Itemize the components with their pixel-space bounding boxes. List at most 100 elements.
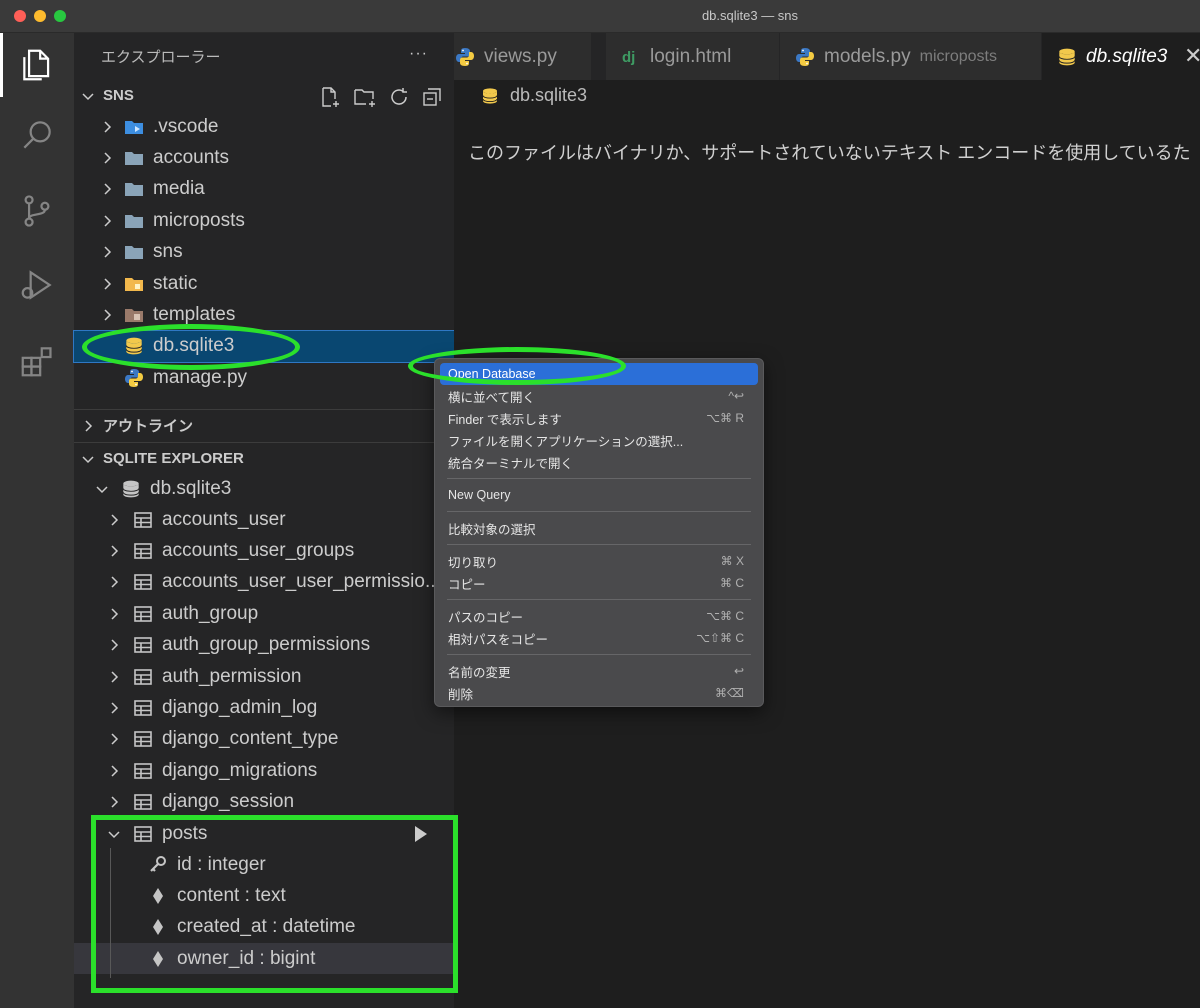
sqlite-table-label: django_migrations	[162, 759, 318, 781]
chevron-right-icon	[111, 702, 119, 714]
menu-item[interactable]: Finder で表示します ⌥⌘ R	[440, 407, 758, 429]
menu-item[interactable]: コピー ⌘ C	[440, 572, 758, 594]
sqlite-explorer-header[interactable]: SQLITE EXPLORER	[74, 442, 460, 474]
menu-item[interactable]: ファイルを開くアプリケーションの選択...	[440, 429, 758, 451]
tree-item-microposts[interactable]: microposts	[74, 205, 479, 236]
sqlite-table-label: accounts_user	[162, 508, 286, 530]
chevron-right-icon	[104, 120, 112, 133]
menu-item-shortcut: ↩	[733, 664, 744, 678]
table-icon	[132, 603, 162, 625]
sqlite-table-label: auth_group_permissions	[162, 634, 371, 656]
menu-item-label: コピー	[448, 577, 486, 592]
title-bar: db.sqlite3 — sns	[0, 0, 1200, 33]
sqlite-table-item[interactable]: django_content_type	[74, 724, 486, 755]
menu-separator	[447, 478, 751, 479]
sqlite-table-item[interactable]: accounts_user_groups	[74, 535, 486, 566]
chevron-right-icon	[111, 765, 119, 777]
refresh-icon[interactable]	[387, 85, 411, 109]
sqlite-table-label: django_admin_log	[162, 696, 318, 718]
breadcrumb[interactable]: db.sqlite3	[480, 85, 587, 106]
chevron-down-icon	[82, 455, 94, 463]
sqlite-table-item[interactable]: django_admin_log	[74, 692, 486, 723]
explorer-icon[interactable]	[0, 35, 74, 95]
context-menu: Open Database 横に並べて開く ^↩ Finder で表示します ⌥⌘ Rフ…	[434, 358, 764, 707]
tree-item-label: manage.py	[153, 366, 248, 388]
menu-item-shortcut: ⌘ C	[720, 576, 744, 590]
folder-icon	[123, 273, 153, 295]
tab-db-sqlite3[interactable]: db.sqlite3 ✕	[1042, 33, 1200, 80]
search-icon[interactable]	[0, 105, 74, 165]
sqlite-table-label: accounts_user_user_permissio...	[162, 571, 441, 593]
python-icon	[794, 46, 824, 68]
source-control-icon[interactable]	[0, 181, 74, 241]
menu-item[interactable]: パスのコピー ⌥⌘ C	[440, 605, 758, 627]
table-icon	[132, 571, 162, 593]
activity-bar	[0, 33, 74, 1008]
python-icon	[454, 46, 484, 68]
sqlite-table-item[interactable]: auth_group	[74, 598, 486, 629]
more-actions-icon[interactable]: ···	[409, 45, 428, 63]
sqlite-table-label: django_session	[162, 791, 295, 813]
menu-item-label: 統合ターミナルで開く	[448, 456, 574, 471]
tree-item-sns[interactable]: sns	[74, 237, 479, 268]
run-debug-icon[interactable]	[0, 255, 74, 315]
sqlite-table-item[interactable]: django_migrations	[74, 755, 486, 786]
menu-item[interactable]: 相対パスをコピー ⌥⇧⌘ C	[440, 627, 758, 649]
sqlite-table-item[interactable]: accounts_user	[74, 504, 486, 535]
menu-item[interactable]: 削除 ⌘⌫	[440, 682, 758, 704]
tab-views-py[interactable]: views.py	[454, 33, 592, 80]
menu-item[interactable]: 名前の変更 ↩	[440, 660, 758, 682]
menu-item-label: 相対パスをコピー	[448, 632, 549, 647]
collapse-all-icon[interactable]	[420, 85, 444, 109]
folder-icon	[123, 116, 153, 138]
tree-item-label: static	[153, 272, 198, 294]
tree-item-vscode[interactable]: .vscode	[74, 111, 479, 142]
extensions-icon[interactable]	[0, 331, 74, 391]
tab-models-py[interactable]: models.py microposts	[780, 33, 1042, 80]
database-icon	[1056, 46, 1086, 68]
tree-item-label: templates	[153, 303, 236, 325]
tree-item-label: .vscode	[153, 115, 219, 137]
menu-item-shortcut: ⌥⇧⌘ C	[696, 631, 744, 645]
database-icon	[120, 478, 150, 500]
menu-item-label: 切り取り	[448, 555, 499, 570]
menu-item[interactable]: 比較対象の選択	[440, 517, 758, 539]
sqlite-table-item[interactable]: auth_group_permissions	[74, 630, 486, 661]
sqlite-table-label: auth_group	[162, 602, 259, 624]
tree-item-media[interactable]: media	[74, 174, 479, 205]
sqlite-table-item[interactable]: auth_permission	[74, 661, 486, 692]
table-icon	[132, 666, 162, 688]
menu-separator	[447, 544, 751, 545]
chevron-right-icon	[104, 246, 112, 258]
tree-item-label: media	[153, 178, 205, 200]
tab-login-html[interactable]: dj login.html	[606, 33, 780, 80]
workspace-title: SNS	[103, 87, 134, 104]
tree-item-label: microposts	[153, 209, 245, 231]
outline-header[interactable]: アウトライン	[74, 409, 460, 441]
sqlite-table-item[interactable]: django_session	[74, 787, 486, 818]
new-file-icon[interactable]	[318, 85, 342, 109]
binary-file-message: このファイルはバイナリか、サポートされていないテキスト エンコードを使用している…	[468, 143, 1191, 163]
table-icon	[132, 760, 162, 782]
tree-item-static[interactable]: static	[74, 268, 479, 299]
chevron-right-icon	[111, 608, 119, 620]
tab-label: models.py	[824, 45, 911, 67]
tree-item-templates[interactable]: templates	[74, 299, 479, 330]
menu-item[interactable]: 横に並べて開く ^↩	[440, 385, 758, 407]
menu-item[interactable]: 統合ターミナルで開く	[440, 451, 758, 473]
sqlite-table-label: django_content_type	[162, 728, 339, 750]
menu-item-label: New Query	[448, 488, 511, 502]
menu-item[interactable]: 切り取り ⌘ X	[440, 550, 758, 572]
sqlite-table-label: accounts_user_groups	[162, 539, 355, 561]
close-tab-icon[interactable]: ✕	[1184, 43, 1200, 69]
menu-item-label: Finder で表示します	[448, 412, 562, 427]
menu-item-label: 名前の変更	[448, 665, 511, 680]
svg-text:dj: dj	[622, 49, 635, 66]
new-folder-icon[interactable]	[352, 85, 378, 109]
menu-item[interactable]: New Query	[440, 484, 758, 506]
tree-item-accounts[interactable]: accounts	[74, 142, 479, 173]
chevron-right-icon	[111, 670, 119, 683]
sqlite-database-item[interactable]: db.sqlite3	[74, 473, 474, 504]
sqlite-table-item[interactable]: accounts_user_user_permissio...	[74, 567, 486, 598]
chevron-right-icon	[104, 152, 112, 164]
